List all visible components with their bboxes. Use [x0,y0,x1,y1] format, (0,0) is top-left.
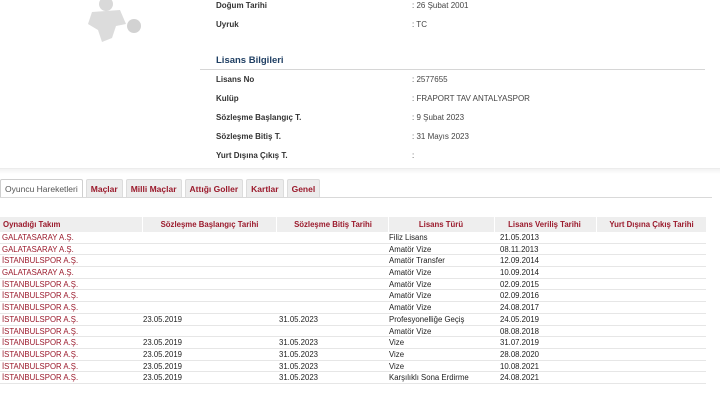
grid-row: İSTANBULSPOR A.Ş. Amatör Transfer 12.09.20… [0,255,706,268]
club-label: Kulüp [216,94,239,103]
contract-end-cell: 31.05.2023 [279,314,319,324]
birth-date-value: : 26 Şubat 2001 [412,1,469,10]
license-section-title: Lisans Bilgileri [216,55,284,66]
license-type-cell: Amatör Vize [389,303,432,313]
license-date-cell: 02.09.2016 [500,291,540,301]
team-cell: İSTANBULSPOR A.Ş. [2,303,79,313]
contract-start-cell: 23.05.2019 [143,373,183,383]
contract-start-cell: 23.05.2019 [143,338,183,348]
grid-row: İSTANBULSPOR A.Ş. Amatör Vize 24.08.2017 [0,302,706,314]
license-no-value: : 2577655 [412,75,448,84]
header-team-label: Oynadığı Takım [3,220,61,229]
club-value: : FRAPORT TAV ANTALYASPOR [412,94,530,103]
contract-end-cell: 31.05.2023 [279,349,319,359]
license-type-cell: Karşılıklı Sona Erdirme [389,373,469,383]
grid-row: İSTANBULSPOR A.Ş. 23.05.2019 31.05.2023 Viz… [0,349,706,361]
team-cell: İSTANBULSPOR A.Ş. [2,338,79,348]
grid-row: İSTANBULSPOR A.Ş. Amatör Vize 02.09.2015 [0,279,706,291]
tab-national-matches[interactable]: Milli Maçlar [125,179,182,198]
contract-end-value: : 31 Mayıs 2023 [412,132,469,141]
abroad-exit-label: Yurt Dışına Çıkış T. [216,151,288,160]
tab-general[interactable]: Genel [286,179,321,198]
license-type-cell: Vize [389,361,405,371]
team-cell: İSTANBULSPOR A.Ş. [2,361,79,371]
nationality-label: Uyruk [216,20,239,29]
team-cell: GALATASARAY A.Ş. [2,233,74,242]
contract-start-label: Sözleşme Başlangıç T. [216,113,302,122]
team-cell: İSTANBULSPOR A.Ş. [2,256,79,266]
license-no-label: Lisans No [216,75,255,84]
license-date-cell: 02.09.2015 [500,279,540,289]
license-date-cell: 24.08.2017 [500,303,540,313]
team-cell: İSTANBULSPOR A.Ş. [2,373,79,383]
license-date-cell: 21.05.2013 [500,233,540,242]
contract-end-label: Sözleşme Bitiş T. [216,132,281,141]
contract-end-cell: 31.05.2023 [279,338,319,348]
grid-row: İSTANBULSPOR A.Ş. 23.05.2019 31.05.2023 Kar… [0,372,706,384]
license-date-cell: 31.07.2019 [500,338,540,348]
team-cell: İSTANBULSPOR A.Ş. [2,349,79,359]
header-abroad-exit-label: Yurt Dışına Çıkış Tarihi [596,217,706,232]
header-contract-start-label: Sözleşme Başlangıç Tarihi [142,217,275,232]
license-date-cell: 10.08.2021 [500,361,540,371]
license-type-cell: Amatör Vize [389,268,432,278]
player-movements-grid: Oynadığı Takım Sözleşme Başlangıç Tarihi S… [0,217,706,384]
grid-row: İSTANBULSPOR A.Ş. Amatör Vize 02.09.2016 [0,290,706,303]
team-cell: GALATASARAY A.Ş. [2,244,74,254]
license-date-cell: 08.08.2018 [500,326,540,336]
license-date-cell: 12.09.2014 [500,256,540,266]
player-info-panel: Doğum Tarihi : 26 Şubat 2001 Uyruk : TC … [0,0,720,172]
contract-start-cell: 23.05.2019 [143,314,183,324]
grid-row: İSTANBULSPOR A.Ş. Amatör Vize 08.08.2018 [0,326,706,338]
license-type-cell: Amatör Transfer [389,256,445,266]
grid-row: GALATASARAY A.Ş. Amatör Vize 08.11.2013 [0,244,706,256]
abroad-exit-value: : [412,151,415,160]
grid-header-row: Oynadığı Takım Sözleşme Başlangıç Tarihi S… [0,217,706,232]
license-date-cell: 08.11.2013 [500,244,539,254]
section-divider [200,69,705,70]
header-contract-end-label: Sözleşme Bitiş Tarihi [276,217,386,232]
team-cell: İSTANBULSPOR A.Ş. [2,279,79,289]
tab-goals[interactable]: Attığı Goller [184,179,244,198]
contract-start-cell: 23.05.2019 [143,349,183,359]
license-type-cell: Profesyonelliğe Geçiş [389,314,465,324]
team-cell: GALATASARAY A.Ş. [2,268,74,278]
license-date-cell: 28.08.2020 [500,349,540,359]
tab-player-movements[interactable]: Oyuncu Hareketleri [0,179,83,198]
license-type-cell: Filiz Lisans [389,233,428,242]
nationality-value: : TC [412,20,427,29]
license-type-cell: Vize [389,349,405,359]
contract-start-cell: 23.05.2019 [143,361,183,371]
birth-date-label: Doğum Tarihi [216,1,267,10]
grid-row: İSTANBULSPOR A.Ş. 23.05.2019 31.05.2023 Viz… [0,361,706,373]
team-cell: İSTANBULSPOR A.Ş. [2,314,79,324]
team-cell: İSTANBULSPOR A.Ş. [2,291,79,301]
tab-matches[interactable]: Maçlar [85,179,123,198]
tab-divider [0,197,712,198]
license-type-cell: Amatör Vize [389,326,432,336]
grid-row: İSTANBULSPOR A.Ş. 23.05.2019 31.05.2023 Pro… [0,314,706,326]
license-type-cell: Amatör Vize [389,244,432,254]
header-license-date-label: Lisans Veriliş Tarihi [494,217,594,232]
tab-cards[interactable]: Kartlar [246,179,284,198]
license-date-cell: 10.09.2014 [500,268,540,278]
grid-row: GALATASARAY A.Ş. Amatör Vize 10.09.2014 [0,267,706,279]
contract-start-value: : 9 Şubat 2023 [412,113,465,122]
grid-row: GALATASARAY A.Ş. Filiz Lisans 21.05.2013 [0,232,706,244]
tab-bar: Oyuncu Hareketleri Maçlar Milli Maçlar A… [0,179,323,198]
header-license-type-label: Lisans Türü [388,217,492,232]
license-type-cell: Amatör Vize [389,291,432,301]
license-type-cell: Amatör Vize [389,279,432,289]
team-cell: İSTANBULSPOR A.Ş. [2,326,79,336]
contract-end-cell: 31.05.2023 [279,373,319,383]
contract-end-cell: 31.05.2023 [279,361,319,371]
license-date-cell: 24.05.2019 [500,314,540,324]
grid-row: İSTANBULSPOR A.Ş. 23.05.2019 31.05.2023 Viz… [0,337,706,349]
license-type-cell: Vize [389,338,405,348]
license-date-cell: 24.08.2021 [500,373,540,383]
panel-bottom-edge [0,168,720,174]
player-silhouette-icon [88,0,141,42]
